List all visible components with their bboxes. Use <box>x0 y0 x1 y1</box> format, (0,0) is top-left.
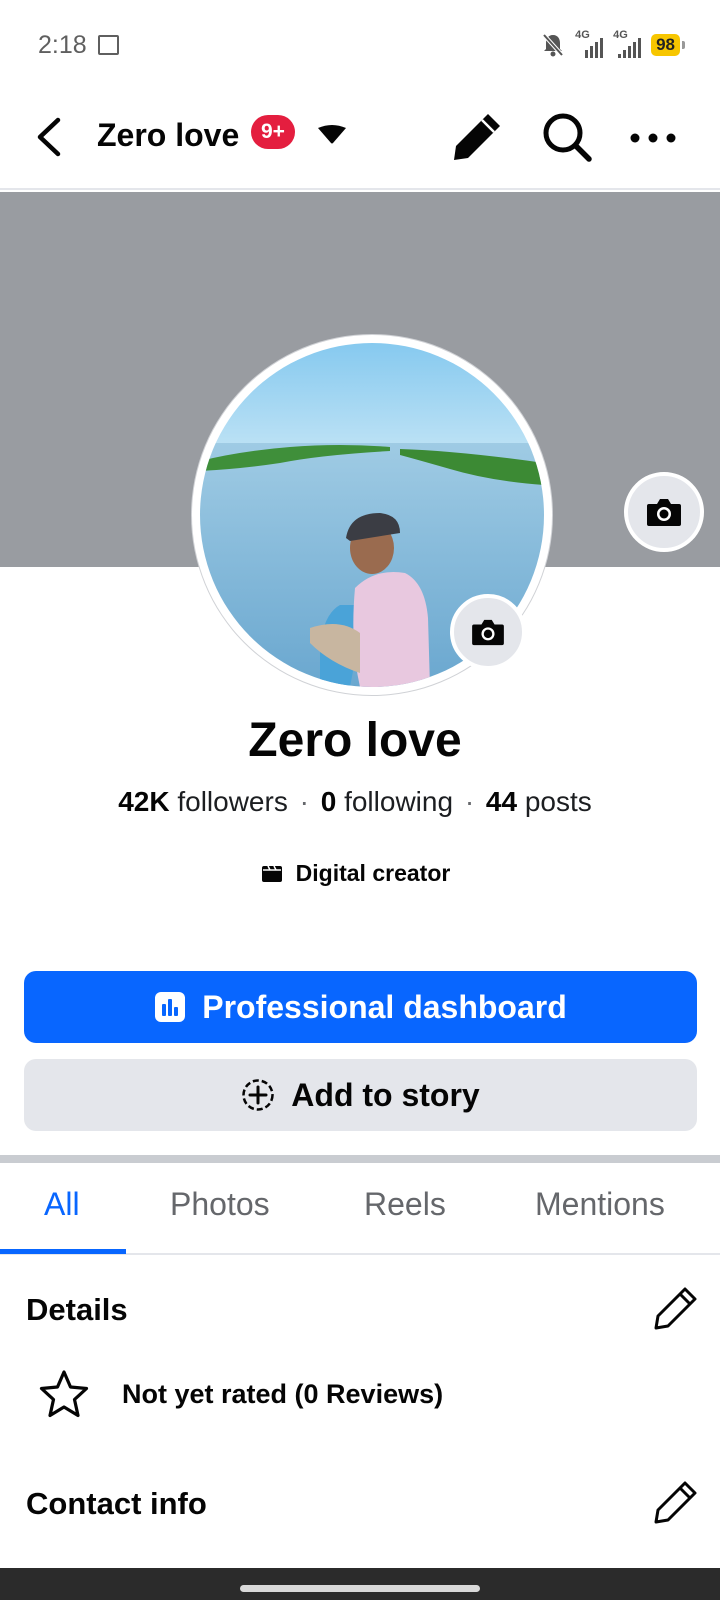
rating-row[interactable]: Not yet rated (0 Reviews) <box>38 1369 443 1419</box>
battery-indicator: 98 <box>651 34 685 56</box>
profile-category: Digital creator <box>0 860 710 887</box>
profile-switcher-button[interactable] <box>316 124 348 148</box>
screen-record-icon <box>98 35 119 55</box>
edit-contact-info-button[interactable] <box>652 1478 700 1526</box>
profile-tabs: All Photos Reels Mentions <box>0 1163 720 1255</box>
category-label: Digital creator <box>295 860 451 886</box>
status-indicators: 4G 4G 98 <box>541 29 685 60</box>
professional-dashboard-label: Professional dashboard <box>202 988 567 1025</box>
pencil-outline-icon <box>654 1481 697 1524</box>
tab-all[interactable]: All <box>44 1186 80 1223</box>
following-label[interactable]: following <box>344 786 453 817</box>
add-to-story-label: Add to story <box>291 1076 480 1113</box>
posts-label: posts <box>524 786 592 817</box>
stats-separator: · <box>299 786 309 817</box>
header-title[interactable]: Zero love <box>97 117 239 154</box>
status-time: 2:18 <box>38 31 87 59</box>
following-count[interactable]: 0 <box>321 786 337 817</box>
signal-2-icon: 4G <box>613 29 642 58</box>
star-icon <box>39 1370 89 1418</box>
contact-info-heading: Contact info <box>26 1486 207 1521</box>
system-navigation-bar <box>0 1568 720 1600</box>
section-divider <box>0 1155 720 1163</box>
rating-text: Not yet rated (0 Reviews) <box>122 1378 444 1409</box>
signal-1-icon: 4G <box>575 29 604 58</box>
top-app-bar: Zero love 9+ <box>0 90 720 190</box>
edit-cover-photo-button[interactable] <box>624 472 704 552</box>
profile-name: Zero love <box>248 714 462 767</box>
bar-chart-icon <box>155 992 186 1022</box>
posts-count: 44 <box>485 786 518 817</box>
search-icon <box>543 113 592 162</box>
creator-icon <box>261 865 282 882</box>
edit-profile-picture-button[interactable] <box>450 594 526 670</box>
professional-dashboard-button[interactable]: Professional dashboard <box>24 971 697 1043</box>
camera-icon <box>472 619 504 646</box>
bell-muted-icon <box>542 33 564 57</box>
home-gesture-handle[interactable] <box>240 1585 480 1592</box>
active-tab-indicator <box>0 1249 126 1254</box>
more-options-button[interactable] <box>628 118 678 158</box>
details-heading: Details <box>26 1292 128 1327</box>
plus-circle-icon <box>242 1079 275 1111</box>
profile-stats: 42K followers · 0 following · 44 posts <box>0 786 710 818</box>
pencil-outline-icon <box>654 1287 697 1330</box>
camera-icon <box>647 499 681 526</box>
stats-separator: · <box>464 786 475 817</box>
tab-photos[interactable]: Photos <box>170 1186 270 1223</box>
tab-mentions[interactable]: Mentions <box>535 1186 665 1223</box>
more-dots-icon <box>630 133 676 143</box>
tab-reels[interactable]: Reels <box>364 1186 446 1223</box>
notification-badge[interactable]: 9+ <box>251 115 295 149</box>
followers-count[interactable]: 42K <box>118 786 169 817</box>
search-button[interactable] <box>540 110 594 164</box>
edit-profile-button[interactable] <box>450 110 504 164</box>
status-bar: 2:18 4G 4G 98 <box>0 0 720 90</box>
back-button[interactable] <box>30 112 70 162</box>
caret-down-icon <box>318 125 346 144</box>
add-to-story-button[interactable]: Add to story <box>24 1059 697 1131</box>
pencil-icon <box>454 114 500 160</box>
edit-details-button[interactable] <box>652 1284 700 1332</box>
chevron-left-icon <box>37 117 61 157</box>
followers-label[interactable]: followers <box>177 786 287 817</box>
